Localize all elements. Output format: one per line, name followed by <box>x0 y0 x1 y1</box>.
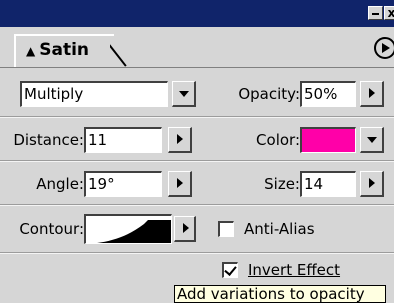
contour-picker-button[interactable] <box>174 216 196 242</box>
size-slider-button[interactable] <box>360 171 384 197</box>
blend-mode-dropdown-button[interactable] <box>172 81 196 107</box>
divider <box>0 252 394 254</box>
contour-curve-icon <box>96 220 171 243</box>
color-swatch-frame[interactable] <box>300 127 356 153</box>
color-swatch <box>302 129 355 152</box>
panel-title-bar[interactable] <box>0 0 394 27</box>
tab-label: ▲︎ Satin <box>26 40 89 60</box>
size-input[interactable]: 14 <box>300 171 356 197</box>
opacity-slider-button[interactable] <box>360 81 384 107</box>
panel-menu-button[interactable] <box>374 37 394 59</box>
tab-sort-icon: ▲︎ <box>26 44 36 58</box>
divider <box>0 204 394 206</box>
tab-edge <box>110 34 134 67</box>
divider <box>0 116 394 118</box>
checkmark-icon <box>224 263 237 276</box>
tab-title: Satin <box>39 40 90 60</box>
invert-effect-checkbox[interactable] <box>222 262 238 278</box>
angle-input[interactable]: 19° <box>84 171 162 197</box>
color-dropdown-button[interactable] <box>360 127 384 153</box>
size-label: Size: <box>264 175 300 193</box>
close-icon: x <box>387 6 394 20</box>
distance-slider-button[interactable] <box>168 127 192 153</box>
color-label: Color: <box>256 131 300 149</box>
invert-effect-label: Invert Effect <box>248 261 341 279</box>
contour-preview[interactable] <box>84 214 172 244</box>
opacity-input[interactable]: 50% <box>300 81 356 107</box>
minimize-button[interactable] <box>368 6 383 20</box>
contour-label: Contour: <box>19 220 84 238</box>
angle-slider-button[interactable] <box>168 171 192 197</box>
angle-label: Angle: <box>36 175 84 193</box>
blend-mode-field[interactable]: Multiply <box>20 81 168 107</box>
opacity-label: Opacity: <box>238 85 300 103</box>
distance-label: Distance: <box>13 131 84 149</box>
distance-input[interactable]: 11 <box>84 127 162 153</box>
divider <box>0 160 394 162</box>
tooltip: Add variations to opacity <box>174 285 386 303</box>
close-button[interactable]: x <box>384 6 394 20</box>
anti-alias-checkbox[interactable] <box>218 221 234 237</box>
anti-alias-label: Anti-Alias <box>244 220 315 238</box>
